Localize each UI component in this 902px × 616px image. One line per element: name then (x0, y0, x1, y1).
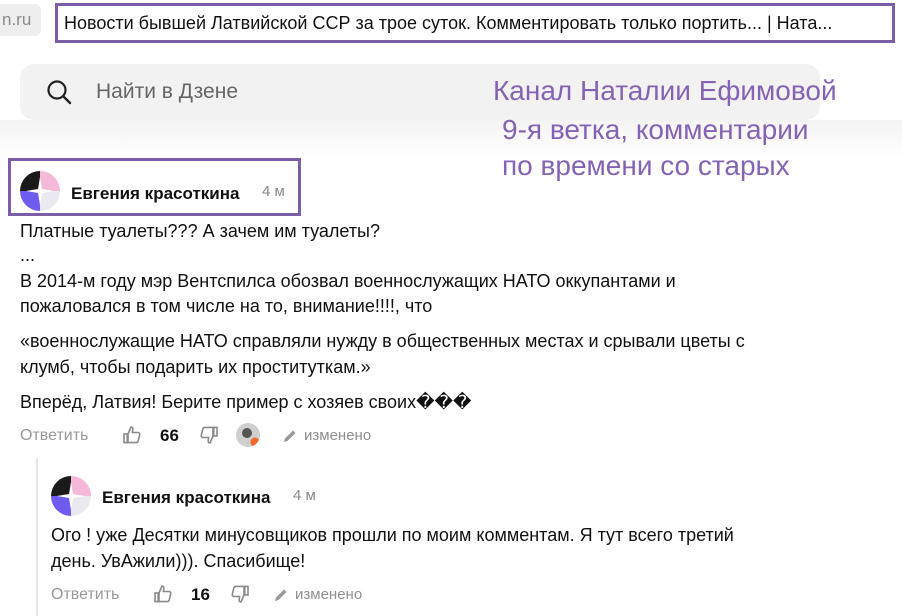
page: n.ru Новости бывшей Латвийской ССР за тр… (0, 0, 902, 616)
avatar[interactable] (51, 476, 91, 516)
overlay-note-line1: Канал Наталии Ефимовой (493, 75, 837, 106)
comment-text-line: Платные туалеты??? А зачем им туалеты? (20, 221, 381, 241)
avatar-icon (51, 476, 91, 516)
thread-line (36, 458, 38, 616)
comment-text-line: ... (20, 245, 36, 265)
reply-button[interactable]: Ответить (51, 584, 119, 606)
comment-text-line: В 2014-м году мэр Вентспилса обозвал вое… (20, 271, 676, 291)
comment-text-line: Вперёд, Латвия! Берите пример с хозяев с… (20, 392, 472, 412)
comment-text-line: пожаловался в том числе на то, внимание!… (20, 296, 433, 316)
dislike-icon[interactable] (230, 584, 250, 604)
pencil-icon (284, 430, 296, 442)
search-input[interactable]: Найти в Дзене (96, 79, 238, 105)
edited-label: изменено (304, 427, 372, 444)
comment-time[interactable]: 4 м (293, 487, 316, 504)
like-icon[interactable] (153, 584, 173, 604)
comment-text-line: Ого ! уже Десятки минусовщиков прошли по… (51, 525, 734, 545)
url-fragment[interactable]: n.ru (0, 4, 41, 36)
like-count: 16 (191, 585, 210, 604)
comment-actions: Ответить 16 изменено (51, 584, 391, 608)
comment-text-line: «военнослужащие НАТО справляли нужду в о… (20, 331, 745, 351)
reaction-avatar-icon[interactable] (236, 423, 260, 447)
author-name[interactable]: Евгения красоткина (102, 488, 270, 508)
overlay-note-line3: по времени со старых (502, 150, 790, 181)
like-icon[interactable] (122, 425, 142, 445)
reply-button[interactable]: Ответить (20, 425, 88, 447)
search-icon (47, 80, 72, 105)
author-name[interactable]: Евгения красоткина (71, 184, 239, 204)
pencil-icon (275, 589, 287, 601)
comment-actions: Ответить 66 изменено (20, 423, 420, 449)
comment-text-line: клумб, чтобы подарить их проституткам.» (20, 357, 371, 377)
overlay-note-line2: 9-я ветка, комментарии (502, 114, 809, 145)
dislike-icon[interactable] (199, 425, 219, 445)
edited-label: изменено (295, 586, 363, 603)
avatar[interactable] (20, 171, 60, 211)
avatar-icon (20, 171, 60, 211)
comment-time[interactable]: 4 м (262, 183, 285, 200)
like-count: 66 (160, 426, 179, 445)
tab-title[interactable]: Новости бывшей Латвийской ССР за трое су… (55, 3, 895, 43)
comment-text-line: день. УвАжили))). Спасибище! (51, 551, 306, 571)
